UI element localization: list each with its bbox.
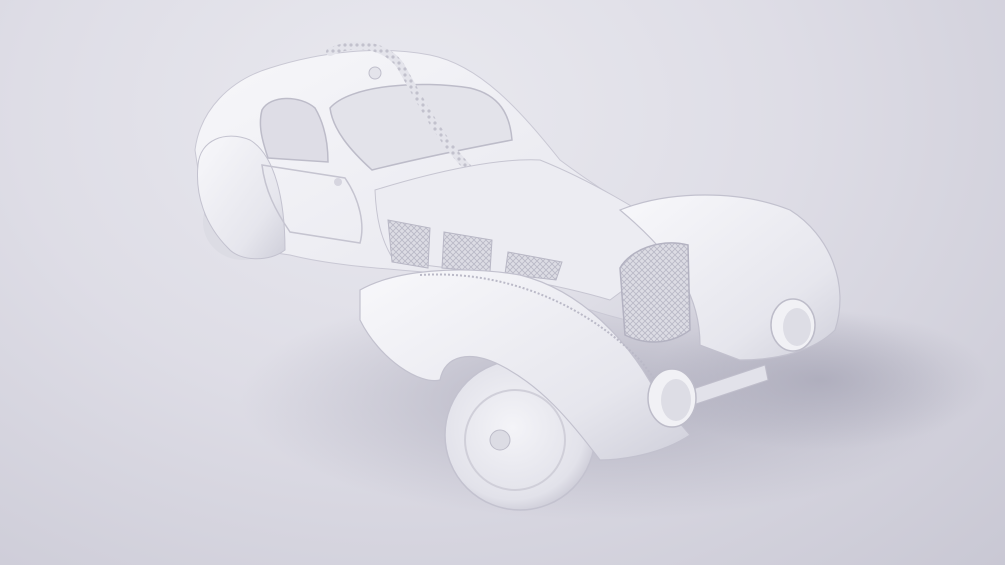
radiator-grille [619,242,691,343]
car-illustration [194,41,990,520]
door-handle [334,178,342,186]
front-wheel-hub [489,429,511,451]
fuel-cap [368,66,382,80]
headlight-left-lens [661,379,691,421]
headlight-right-lens [783,308,811,346]
render-scene [0,0,1005,565]
louver-1 [387,219,431,269]
